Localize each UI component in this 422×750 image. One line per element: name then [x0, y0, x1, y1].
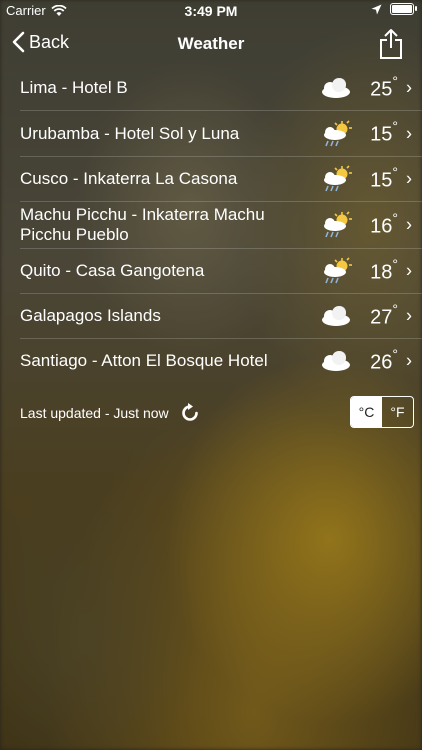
chevron-right-icon: › [406, 123, 412, 143]
location-row[interactable]: Machu Picchu - Inkaterra Machu Picchu Pu… [20, 202, 422, 249]
partly-cloudy-icon [322, 78, 350, 98]
temperature: 27° [370, 300, 398, 329]
partly-cloudy-icon [322, 306, 350, 326]
sun-rain-icon [324, 257, 352, 284]
location-row[interactable]: Lima - Hotel B 25° › [20, 66, 422, 111]
location-name: Urubamba - Hotel Sol y Luna [20, 123, 240, 143]
temperature: 16° [370, 209, 398, 238]
chevron-right-icon: › [406, 260, 412, 281]
temperature: 25° [370, 72, 398, 101]
location-name: Lima - Hotel B [20, 78, 128, 97]
fahrenheit-option[interactable]: °F [382, 397, 413, 427]
location-arrow-icon [371, 4, 382, 14]
share-icon[interactable] [378, 28, 404, 60]
location-row[interactable]: Cusco - Inkaterra La Casona 15° › [20, 157, 422, 202]
refresh-icon[interactable] [179, 402, 201, 424]
temperature: 26° [370, 345, 398, 374]
location-name: Cusco - Inkaterra La Casona [20, 169, 238, 188]
footer: Last updated - Just now °C °F [20, 396, 414, 428]
temperature: 18° [370, 255, 398, 284]
status-bar: Carrier 3:49 PM [0, 0, 422, 22]
temperature: 15° [370, 163, 398, 192]
location-name: Machu Picchu - Inkaterra Machu Picchu Pu… [20, 205, 265, 244]
sun-rain-icon [324, 165, 352, 192]
location-name: Santiago - Atton El Bosque Hotel [20, 351, 268, 370]
navigation-bar: Back Weather [0, 22, 422, 66]
chevron-right-icon: › [406, 214, 412, 235]
chevron-right-icon: › [406, 305, 412, 326]
location-name: Galapagos Islands [20, 306, 161, 325]
page-title: Weather [177, 34, 245, 53]
celsius-option[interactable]: °C [351, 397, 382, 427]
location-list: Lima - Hotel B 25° › Urubamba - Hotel So… [0, 66, 422, 383]
location-row[interactable]: Urubamba - Hotel Sol y Luna 15° › [20, 111, 422, 157]
location-name: Quito - Casa Gangotena [20, 261, 205, 280]
chevron-right-icon: › [406, 168, 412, 189]
sun-rain-icon [324, 211, 352, 238]
sun-rain-icon [324, 119, 352, 146]
unit-toggle: °C °F [350, 396, 414, 428]
battery-icon [390, 3, 417, 15]
status-right [371, 3, 417, 15]
location-row[interactable]: Galapagos Islands 27° › [20, 294, 422, 339]
location-row[interactable]: Quito - Casa Gangotena 18° › [20, 249, 422, 294]
clock: 3:49 PM [184, 3, 238, 19]
last-updated-label: Last updated - Just now [20, 405, 169, 421]
partly-cloudy-icon [322, 351, 350, 371]
chevron-right-icon: › [406, 350, 412, 371]
temperature: 15° [370, 118, 398, 146]
location-row[interactable]: Santiago - Atton El Bosque Hotel 26° › [20, 339, 422, 383]
chevron-right-icon: › [406, 77, 412, 98]
